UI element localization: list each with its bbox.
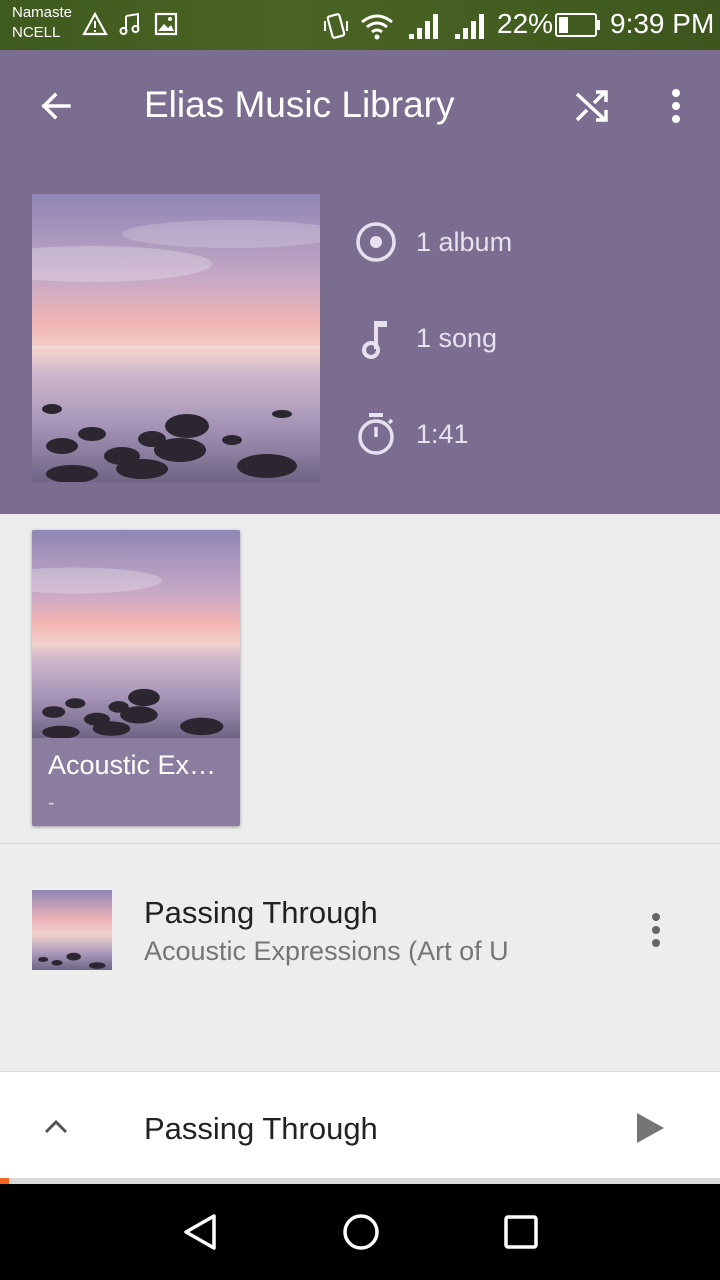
- nav-home-button[interactable]: [335, 1206, 387, 1258]
- shuffle-button[interactable]: [568, 82, 616, 130]
- vibrate-icon: [322, 12, 350, 45]
- seascape-image: [32, 194, 320, 482]
- song-list-item[interactable]: Passing Through Acoustic Expressions (Ar…: [0, 870, 720, 990]
- chevron-up-icon: [44, 1119, 68, 1134]
- album-title: Acoustic Ex…: [48, 750, 217, 780]
- shuffle-icon: [575, 90, 608, 122]
- carrier-line-1: Namaste: [12, 4, 73, 21]
- more-vert-icon: [652, 913, 660, 947]
- mini-player[interactable]: Passing Through: [0, 1071, 720, 1178]
- stat-duration: 1:41: [354, 410, 469, 458]
- arrow-back-icon: [41, 92, 71, 120]
- timer-icon: [354, 412, 398, 456]
- nav-recents-button[interactable]: [495, 1206, 547, 1258]
- play-icon: [637, 1113, 664, 1143]
- total-duration: 1:41: [416, 418, 469, 449]
- music-note-icon: [354, 316, 398, 360]
- clock: 9:39 PM: [610, 8, 715, 39]
- recents-square-icon: [504, 1215, 538, 1249]
- seascape-image: [32, 890, 112, 970]
- song-album: Acoustic Expressions (Art of U: [144, 936, 509, 966]
- image-icon: [154, 12, 178, 41]
- album-card[interactable]: Acoustic Ex… -: [32, 530, 240, 826]
- page-title: Elias Music Library: [144, 84, 455, 125]
- more-options-button[interactable]: [652, 82, 700, 130]
- warning-icon: [82, 11, 108, 41]
- album-count: 1 album: [416, 226, 513, 257]
- wifi-icon: [360, 12, 394, 45]
- stat-songs: 1 song: [354, 314, 497, 362]
- back-button[interactable]: [32, 82, 80, 130]
- song-count: 1 song: [416, 322, 498, 353]
- section-divider: [0, 843, 720, 844]
- nav-back-button[interactable]: [174, 1206, 226, 1258]
- back-triangle-icon: [184, 1214, 216, 1250]
- battery-percent: 22%: [497, 8, 554, 39]
- song-more-button[interactable]: [632, 906, 680, 954]
- now-playing-title: Passing Through: [144, 1111, 378, 1146]
- album-art: [32, 530, 240, 739]
- expand-player-button[interactable]: [32, 1102, 80, 1150]
- home-circle-icon: [343, 1214, 379, 1250]
- battery-icon: [555, 13, 601, 42]
- album-disc-icon: [354, 220, 398, 264]
- signal-icon: [408, 12, 440, 45]
- library-cover-art: [32, 194, 320, 482]
- song-thumbnail: [32, 890, 112, 970]
- stat-albums: 1 album: [354, 218, 512, 266]
- more-vert-icon: [672, 89, 680, 123]
- music-note-icon: [118, 12, 142, 41]
- carrier-line-2: NCELL: [12, 24, 61, 41]
- song-title: Passing Through: [144, 895, 378, 930]
- seascape-image: [32, 530, 240, 739]
- album-artist: -: [48, 792, 55, 814]
- signal-icon-2: [454, 12, 486, 45]
- system-nav-bar: [0, 1184, 720, 1280]
- status-bar: Namaste NCELL 22% 9:39 PM: [0, 0, 720, 50]
- carrier-label: Namaste NCELL: [12, 3, 72, 43]
- play-button[interactable]: [626, 1104, 674, 1152]
